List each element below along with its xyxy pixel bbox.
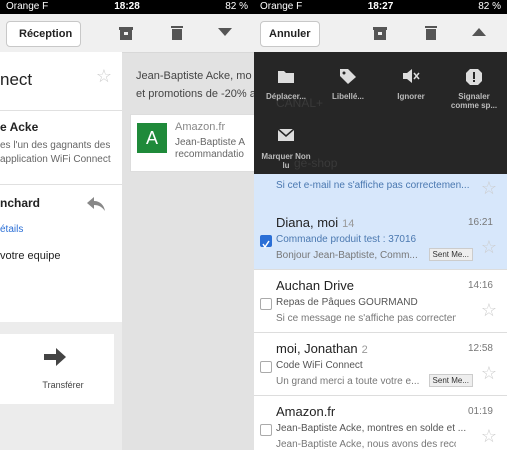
menu-item-label[interactable]: Libellé... [320, 68, 376, 101]
email-time: 12:58 [467, 343, 493, 354]
card-title: Amazon.fr [175, 121, 226, 133]
list-item-partial[interactable]: Si cet e-mail ne s'affiche pas correctem… [254, 174, 507, 208]
email-snippet: Si cet e-mail ne s'affiche pas correctem… [276, 180, 470, 191]
report-spam-icon [466, 69, 482, 85]
email-subject: Code WiFi Connect [276, 360, 363, 371]
checkmark-icon [262, 240, 270, 249]
select-checkbox[interactable] [260, 235, 272, 249]
cancel-button[interactable]: Annuler [260, 21, 320, 47]
menu-item-move[interactable]: Déplacer... [258, 68, 314, 101]
divider [0, 184, 122, 185]
backdrop-line: et promotions de -20% a [136, 88, 254, 100]
label-badge: Sent Me... [428, 248, 473, 261]
thread-count: 2 [361, 344, 368, 356]
email-time: 16:21 [467, 217, 493, 228]
menu-item-label: Ignorer [397, 92, 425, 101]
clock: 18:28 [114, 1, 140, 12]
menu-item-label: Libellé... [331, 92, 364, 101]
forward-arrow-icon [44, 348, 66, 366]
email-subject: Repas de Pâques GOURMAND [276, 297, 418, 308]
email-sender: Amazon.fr [276, 404, 336, 419]
mute-icon [403, 69, 420, 83]
top-toolbar: Annuler [254, 14, 507, 53]
back-button[interactable]: Réception [6, 21, 82, 47]
status-bar: Orange F 18:28 82 % [0, 0, 254, 14]
subject-fragment: nect [0, 70, 33, 89]
star-icon[interactable]: ☆ [481, 178, 497, 199]
email-subject: Commande produit test : 37016 [276, 234, 417, 245]
card-line: recommandatio [175, 149, 244, 160]
email-snippet: Jean-Baptiste Acke, nous avons des reco.… [276, 439, 456, 450]
select-checkbox[interactable] [260, 298, 272, 310]
cancel-button-label: Annuler [269, 28, 311, 40]
backdrop-list: Jean-Baptiste Acke, mo et promotions de … [122, 52, 254, 450]
email-time: 14:16 [467, 280, 493, 291]
select-checkbox[interactable] [260, 424, 272, 436]
card-line: Jean-Baptiste A [175, 137, 246, 148]
email-sender: Diana, moi 14 [276, 215, 355, 230]
trash-icon[interactable] [424, 24, 438, 41]
list-item[interactable]: Auchan Drive 14:16 Repas de Pâques GOURMAN… [254, 270, 507, 333]
reply-icon[interactable] [86, 196, 106, 212]
menu-item-label: Déplacer... [265, 92, 307, 101]
left-screen: Orange F 18:28 82 % Jean-Baptiste Acke, … [0, 0, 254, 450]
menu-item-label: Marquer Non lu [261, 152, 311, 170]
body-line: votre equipe [0, 250, 61, 262]
action-area: Transférer [0, 322, 122, 450]
right-screen: Orange F 18:27 82 % Annuler Si cet e-mai… [254, 0, 507, 450]
reply-sender: nchard [0, 196, 41, 210]
sender-name[interactable]: e Acke [0, 120, 38, 134]
email-time: 01:19 [467, 406, 493, 417]
menu-item-label: Signaler comme sp... [450, 92, 498, 110]
email-sender: moi, Jonathan 2 [276, 341, 368, 356]
forward-label: Transférer [42, 380, 84, 390]
star-icon[interactable]: ☆ [96, 66, 112, 87]
star-icon[interactable]: ☆ [481, 426, 497, 447]
clock: 18:27 [367, 1, 394, 12]
backdrop-line: Jean-Baptiste Acke, mo [136, 70, 252, 82]
email-sender: Auchan Drive [276, 278, 355, 293]
trash-icon[interactable] [170, 24, 184, 41]
menu-item-mark-unread[interactable]: Marquer Non lu [258, 128, 314, 170]
back-button-label: Réception [19, 28, 73, 40]
amazon-card[interactable]: A Amazon.fr Jean-Baptiste A recommandati… [130, 114, 254, 172]
status-bar: Orange F 18:27 82 % [254, 0, 507, 14]
email-snippet: Si ce message ne s'affiche pas correctem… [276, 313, 456, 324]
select-checkbox[interactable] [260, 361, 272, 373]
list-item[interactable]: Diana, moi 14 16:21 Commande produit test :… [254, 207, 507, 270]
star-icon[interactable]: ☆ [481, 300, 497, 321]
top-toolbar: Réception [0, 14, 254, 53]
thread-count: 14 [342, 218, 355, 230]
divider [0, 110, 122, 111]
list-item[interactable]: Amazon.fr 01:19 Jean-Baptiste Acke, montre… [254, 396, 507, 450]
list-item[interactable]: moi, Jonathan 2 12:58 Code WiFi Connect Un g… [254, 333, 507, 396]
label-badge: Sent Me... [428, 374, 473, 387]
menu-item-mute[interactable]: Ignorer [383, 68, 439, 101]
details-link[interactable]: étails [0, 224, 23, 235]
chevron-up-icon[interactable] [472, 28, 486, 38]
star-icon[interactable]: ☆ [481, 237, 497, 258]
archive-icon[interactable] [372, 25, 388, 41]
action-menu: CANAL+ ge-shop Déplacer... Libellé... Ig… [254, 52, 507, 174]
chevron-down-icon[interactable] [218, 28, 232, 38]
star-icon[interactable]: ☆ [481, 363, 497, 384]
avatar: A [137, 123, 167, 153]
battery-label: 82 % [225, 1, 248, 12]
mark-unread-icon [277, 128, 295, 141]
folder-icon [278, 71, 294, 83]
preview-line: es l'un des gagnants des [0, 140, 111, 151]
email-subject: Jean-Baptiste Acke, montres en solde et … [276, 423, 467, 434]
menu-item-report-spam[interactable]: Signaler comme sp... [446, 68, 502, 110]
label-icon [340, 69, 356, 84]
archive-icon[interactable] [118, 25, 134, 41]
forward-button[interactable]: Transférer [0, 334, 114, 404]
battery-label: 82 % [478, 1, 501, 12]
preview-line: application WiFi Connect [0, 154, 111, 165]
message-detail: nect ☆ e Acke es l'un des gagnants des a… [0, 52, 122, 450]
